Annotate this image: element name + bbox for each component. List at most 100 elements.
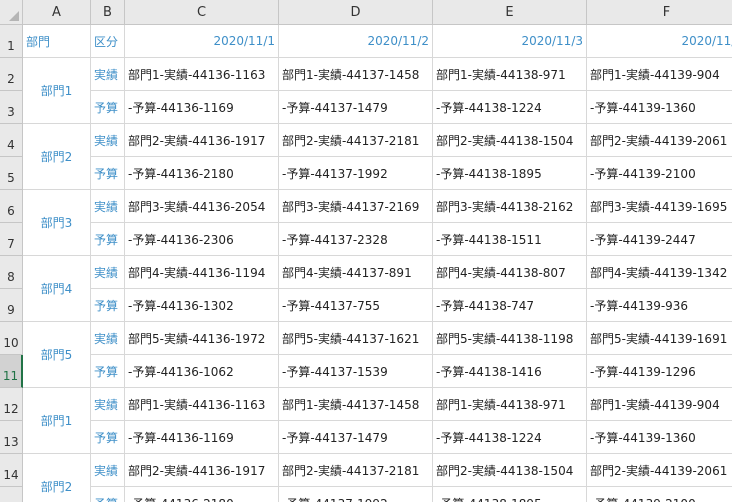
category-cell-budget[interactable]: 予算 bbox=[91, 223, 125, 256]
budget-value-cell[interactable]: -予算-44138-747 bbox=[433, 289, 587, 322]
actual-value-cell[interactable]: 部門3-実績-44137-2169 bbox=[279, 190, 433, 223]
dept-cell[interactable]: 部門3 bbox=[23, 190, 91, 256]
budget-value-cell[interactable]: -予算-44136-1169 bbox=[125, 91, 279, 124]
actual-value-cell[interactable]: 部門1-実績-44136-1163 bbox=[125, 58, 279, 91]
actual-value-cell[interactable]: 部門2-実績-44138-1504 bbox=[433, 454, 587, 487]
row-header-3[interactable]: 3 bbox=[0, 91, 23, 124]
actual-value-cell[interactable]: 部門2-実績-44136-1917 bbox=[125, 454, 279, 487]
category-cell-budget[interactable]: 予算 bbox=[91, 91, 125, 124]
header-cell-date[interactable]: 2020/11/2 bbox=[279, 25, 433, 58]
actual-value-cell[interactable]: 部門4-実績-44136-1194 bbox=[125, 256, 279, 289]
header-cell-date[interactable]: 2020/11/1 bbox=[125, 25, 279, 58]
row-header-14[interactable]: 14 bbox=[0, 454, 23, 487]
budget-value-cell[interactable]: -予算-44139-1360 bbox=[587, 421, 732, 454]
actual-value-cell[interactable]: 部門5-実績-44136-1972 bbox=[125, 322, 279, 355]
actual-value-cell[interactable]: 部門2-実績-44138-1504 bbox=[433, 124, 587, 157]
category-cell-actual[interactable]: 実績 bbox=[91, 388, 125, 421]
column-header-d[interactable]: D bbox=[279, 0, 433, 25]
dept-cell[interactable]: 部門2 bbox=[23, 124, 91, 190]
budget-value-cell[interactable]: -予算-44136-1169 bbox=[125, 421, 279, 454]
budget-value-cell[interactable]: -予算-44139-2100 bbox=[587, 487, 732, 502]
column-header-c[interactable]: C bbox=[125, 0, 279, 25]
header-cell-dept[interactable]: 部門 bbox=[23, 25, 91, 58]
budget-value-cell[interactable]: -予算-44138-1895 bbox=[433, 487, 587, 502]
category-cell-actual[interactable]: 実績 bbox=[91, 454, 125, 487]
row-header-1[interactable]: 1 bbox=[0, 25, 23, 58]
budget-value-cell[interactable]: -予算-44137-1479 bbox=[279, 421, 433, 454]
budget-value-cell[interactable]: -予算-44138-1224 bbox=[433, 91, 587, 124]
category-cell-budget[interactable]: 予算 bbox=[91, 289, 125, 322]
header-cell-category[interactable]: 区分 bbox=[91, 25, 125, 58]
category-cell-budget[interactable]: 予算 bbox=[91, 487, 125, 502]
select-all-corner[interactable] bbox=[0, 0, 23, 25]
row-header-5[interactable]: 5 bbox=[0, 157, 23, 190]
actual-value-cell[interactable]: 部門1-実績-44138-971 bbox=[433, 388, 587, 421]
dept-cell[interactable]: 部門1 bbox=[23, 58, 91, 124]
row-header-partial[interactable] bbox=[0, 487, 23, 502]
actual-value-cell[interactable]: 部門5-実績-44137-1621 bbox=[279, 322, 433, 355]
actual-value-cell[interactable]: 部門5-実績-44138-1198 bbox=[433, 322, 587, 355]
column-header-b[interactable]: B bbox=[91, 0, 125, 25]
budget-value-cell[interactable]: -予算-44137-1992 bbox=[279, 487, 433, 502]
budget-value-cell[interactable]: -予算-44139-2100 bbox=[587, 157, 732, 190]
actual-value-cell[interactable]: 部門1-実績-44137-1458 bbox=[279, 388, 433, 421]
column-header-f[interactable]: F bbox=[587, 0, 732, 25]
header-cell-date[interactable]: 2020/11/4 bbox=[587, 25, 732, 58]
actual-value-cell[interactable]: 部門4-実績-44139-1342 bbox=[587, 256, 732, 289]
column-header-e[interactable]: E bbox=[433, 0, 587, 25]
row-header-6[interactable]: 6 bbox=[0, 190, 23, 223]
actual-value-cell[interactable]: 部門4-実績-44137-891 bbox=[279, 256, 433, 289]
actual-value-cell[interactable]: 部門2-実績-44139-2061 bbox=[587, 454, 732, 487]
row-header-9[interactable]: 9 bbox=[0, 289, 23, 322]
budget-value-cell[interactable]: -予算-44137-1992 bbox=[279, 157, 433, 190]
category-cell-actual[interactable]: 実績 bbox=[91, 58, 125, 91]
category-cell-actual[interactable]: 実績 bbox=[91, 190, 125, 223]
row-header-12[interactable]: 12 bbox=[0, 388, 23, 421]
category-cell-budget[interactable]: 予算 bbox=[91, 355, 125, 388]
actual-value-cell[interactable]: 部門5-実績-44139-1691 bbox=[587, 322, 732, 355]
budget-value-cell[interactable]: -予算-44138-1511 bbox=[433, 223, 587, 256]
actual-value-cell[interactable]: 部門1-実績-44136-1163 bbox=[125, 388, 279, 421]
actual-value-cell[interactable]: 部門3-実績-44139-1695 bbox=[587, 190, 732, 223]
row-header-4[interactable]: 4 bbox=[0, 124, 23, 157]
row-header-11[interactable]: 11 bbox=[0, 355, 23, 388]
header-cell-date[interactable]: 2020/11/3 bbox=[433, 25, 587, 58]
budget-value-cell[interactable]: -予算-44137-2328 bbox=[279, 223, 433, 256]
budget-value-cell[interactable]: -予算-44136-1302 bbox=[125, 289, 279, 322]
budget-value-cell[interactable]: -予算-44136-1062 bbox=[125, 355, 279, 388]
actual-value-cell[interactable]: 部門3-実績-44136-2054 bbox=[125, 190, 279, 223]
budget-value-cell[interactable]: -予算-44136-2180 bbox=[125, 157, 279, 190]
actual-value-cell[interactable]: 部門1-実績-44139-904 bbox=[587, 58, 732, 91]
actual-value-cell[interactable]: 部門1-実績-44137-1458 bbox=[279, 58, 433, 91]
dept-cell[interactable]: 部門2 bbox=[23, 454, 91, 502]
row-header-10[interactable]: 10 bbox=[0, 322, 23, 355]
actual-value-cell[interactable]: 部門2-実績-44139-2061 bbox=[587, 124, 732, 157]
budget-value-cell[interactable]: -予算-44137-1479 bbox=[279, 91, 433, 124]
budget-value-cell[interactable]: -予算-44139-1360 bbox=[587, 91, 732, 124]
dept-cell[interactable]: 部門4 bbox=[23, 256, 91, 322]
row-header-2[interactable]: 2 bbox=[0, 58, 23, 91]
actual-value-cell[interactable]: 部門4-実績-44138-807 bbox=[433, 256, 587, 289]
actual-value-cell[interactable]: 部門2-実績-44136-1917 bbox=[125, 124, 279, 157]
row-header-7[interactable]: 7 bbox=[0, 223, 23, 256]
dept-cell[interactable]: 部門1 bbox=[23, 388, 91, 454]
column-header-a[interactable]: A bbox=[23, 0, 91, 25]
budget-value-cell[interactable]: -予算-44138-1224 bbox=[433, 421, 587, 454]
budget-value-cell[interactable]: -予算-44136-2180 bbox=[125, 487, 279, 502]
budget-value-cell[interactable]: -予算-44139-936 bbox=[587, 289, 732, 322]
category-cell-budget[interactable]: 予算 bbox=[91, 157, 125, 190]
row-header-8[interactable]: 8 bbox=[0, 256, 23, 289]
actual-value-cell[interactable]: 部門1-実績-44138-971 bbox=[433, 58, 587, 91]
budget-value-cell[interactable]: -予算-44138-1895 bbox=[433, 157, 587, 190]
budget-value-cell[interactable]: -予算-44137-1539 bbox=[279, 355, 433, 388]
budget-value-cell[interactable]: -予算-44138-1416 bbox=[433, 355, 587, 388]
category-cell-actual[interactable]: 実績 bbox=[91, 322, 125, 355]
budget-value-cell[interactable]: -予算-44139-2447 bbox=[587, 223, 732, 256]
actual-value-cell[interactable]: 部門2-実績-44137-2181 bbox=[279, 124, 433, 157]
actual-value-cell[interactable]: 部門3-実績-44138-2162 bbox=[433, 190, 587, 223]
category-cell-budget[interactable]: 予算 bbox=[91, 421, 125, 454]
budget-value-cell[interactable]: -予算-44137-755 bbox=[279, 289, 433, 322]
category-cell-actual[interactable]: 実績 bbox=[91, 256, 125, 289]
budget-value-cell[interactable]: -予算-44139-1296 bbox=[587, 355, 732, 388]
actual-value-cell[interactable]: 部門1-実績-44139-904 bbox=[587, 388, 732, 421]
